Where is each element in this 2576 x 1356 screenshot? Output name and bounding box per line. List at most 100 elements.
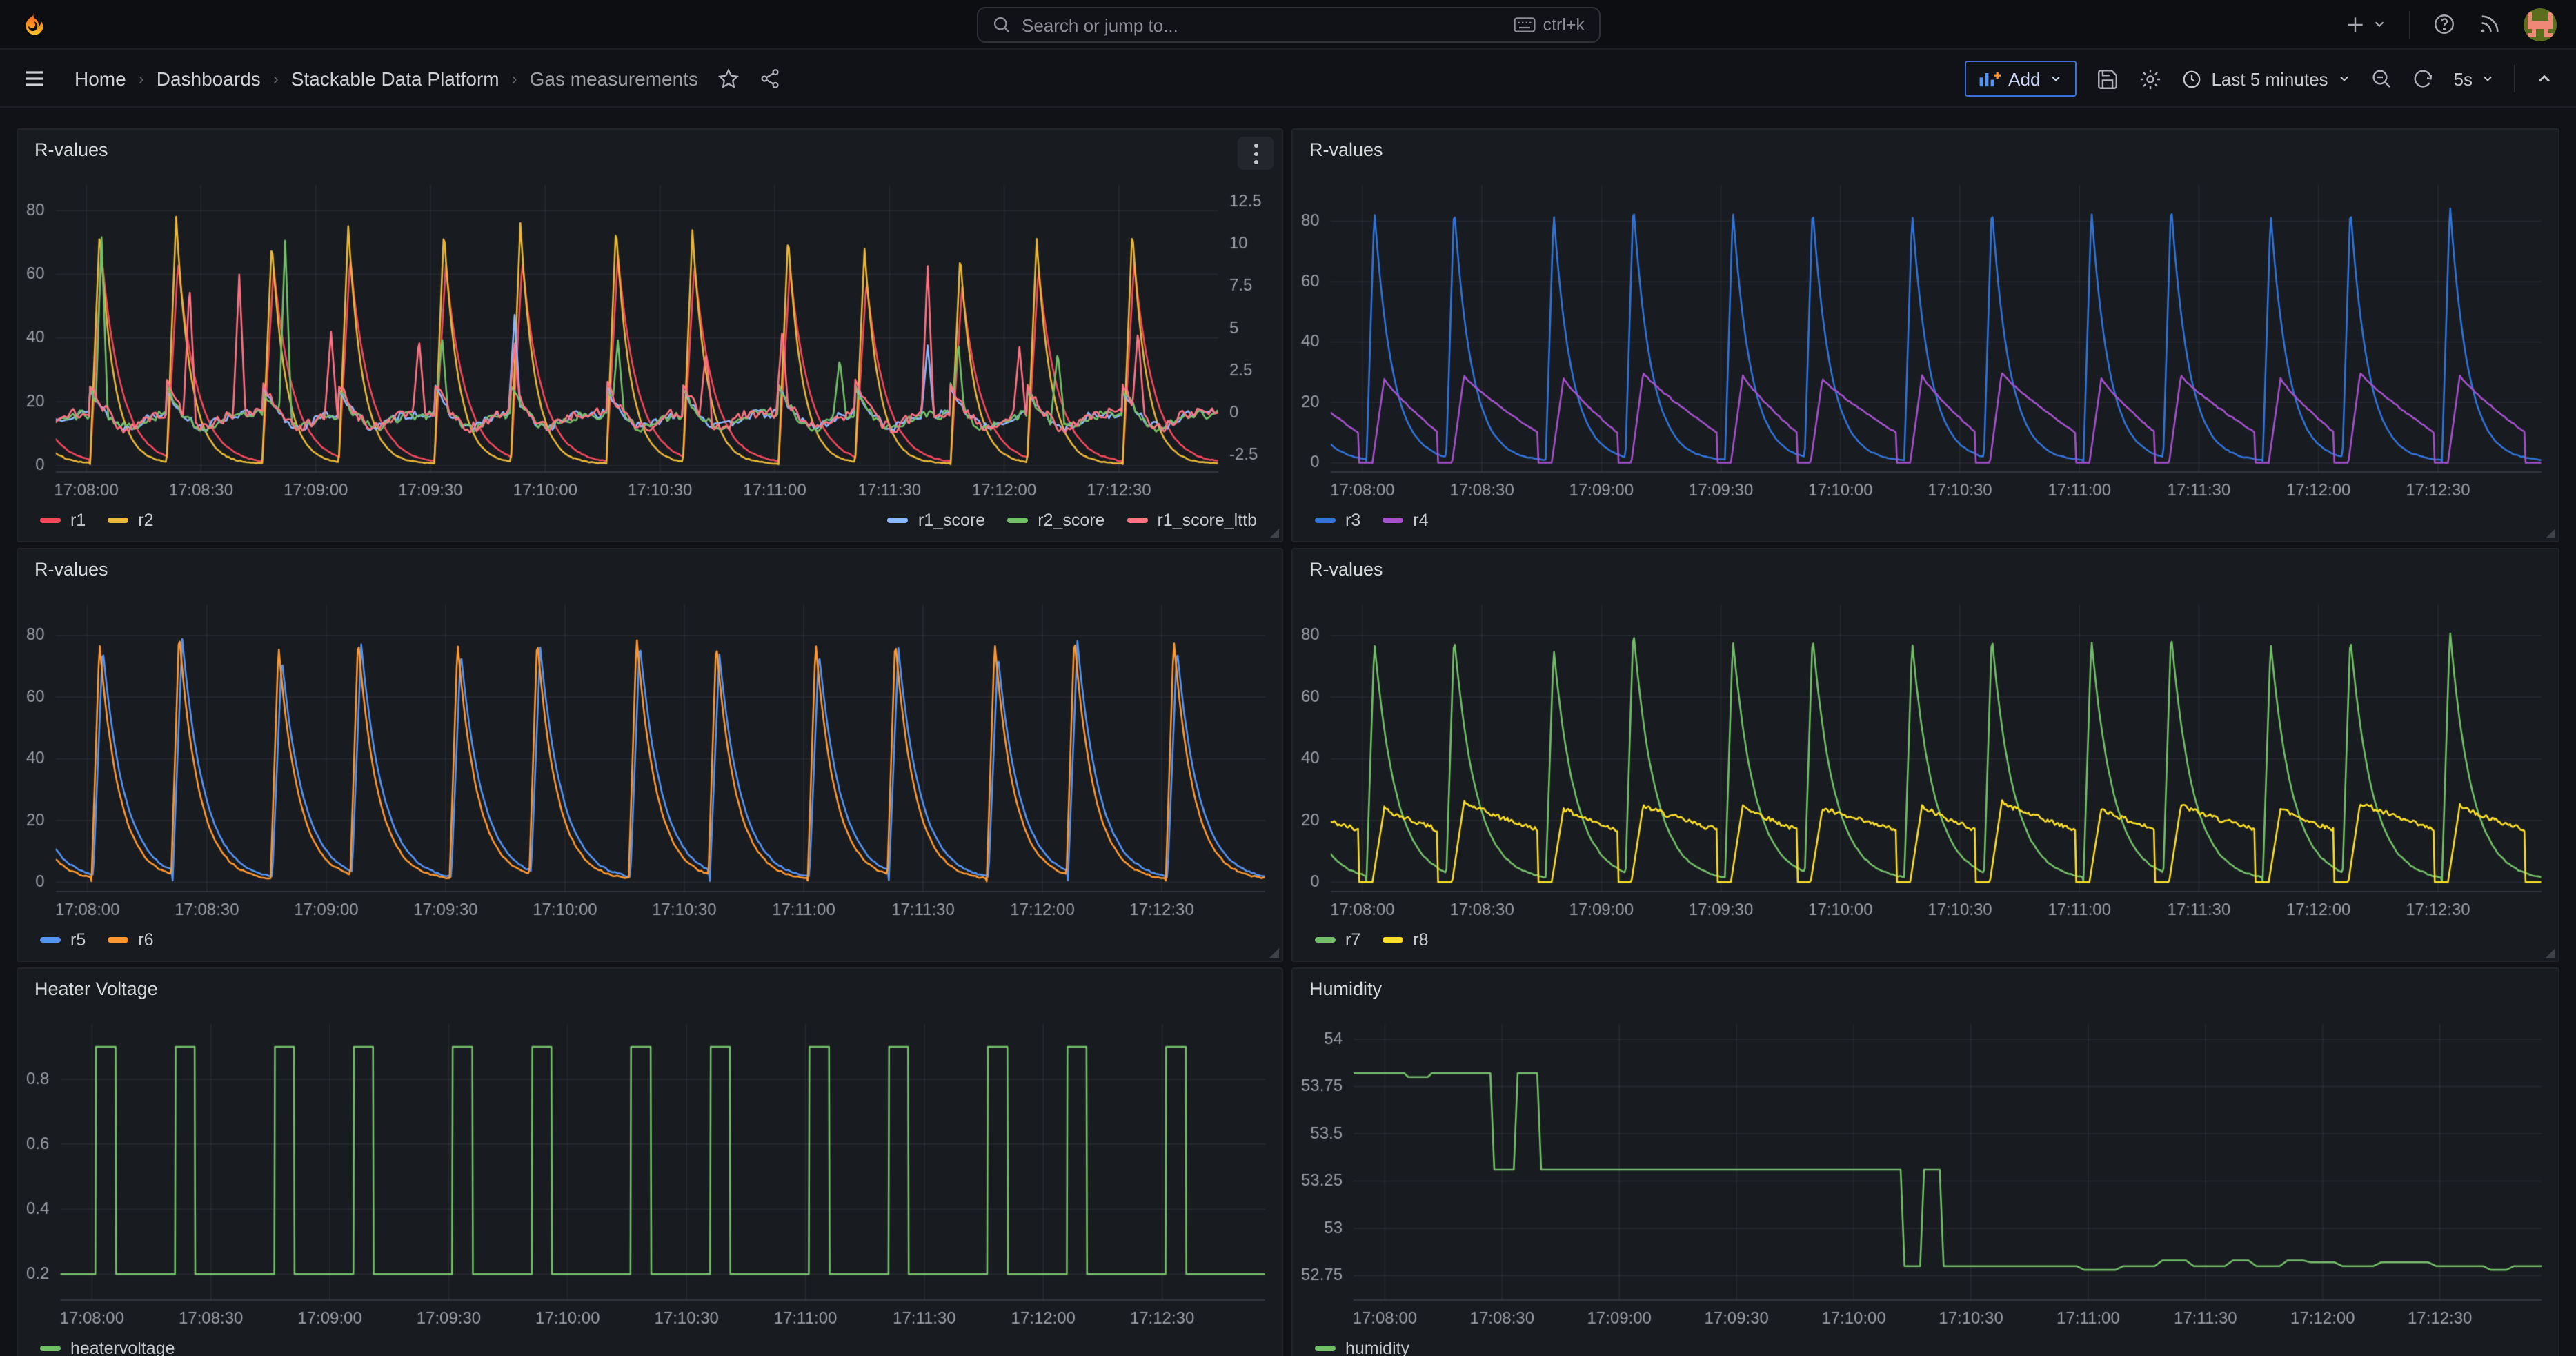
dashboard-toolbar: Home › Dashboards › Stackable Data Platf… [0,51,2576,108]
favorite-button[interactable] [717,68,740,90]
legend: r5 r6 [18,925,1282,961]
gear-icon [2138,67,2161,90]
save-dashboard-button[interactable] [2095,67,2119,90]
dashboard-settings-button[interactable] [2138,67,2161,90]
hamburger-icon [22,66,47,91]
legend-swatch [40,1346,61,1351]
breadcrumb-folder[interactable]: Stackable Data Platform [291,68,499,90]
legend-swatch [888,518,909,523]
legend-swatch [1007,518,1028,523]
share-icon [759,68,781,90]
new-menu-button[interactable] [2344,13,2387,35]
legend-item-r5[interactable]: r5 [40,930,86,950]
plus-icon [2344,13,2366,35]
panel-title[interactable]: R-values [34,558,108,579]
legend-item-r7[interactable]: r7 [1315,930,1360,950]
legend: heatervoltage [18,1333,1282,1356]
help-button[interactable] [2433,12,2456,36]
panel-resize-handle[interactable] [2546,529,2555,538]
panel-r-values: R-values r1 r2 r1_score r2_score r1_score_ltt… [17,128,1283,542]
chart-canvas[interactable] [1293,588,2558,925]
legend-label: humidity [1345,1339,1409,1356]
chart-canvas[interactable] [1293,168,2558,505]
legend-label: r1_score_lttb [1157,511,1257,530]
zoom-out-button[interactable] [2371,68,2393,90]
panel-r-values: R-values r3 r4 [1291,128,2559,542]
legend-item-r1_score_lttb[interactable]: r1_score_lttb [1127,511,1257,530]
legend-item-r4[interactable]: r4 [1383,511,1428,530]
panel-r-values: R-values r5 r6 [17,548,1283,962]
legend-label: r1 [70,511,86,530]
top-nav: ctrl+k [0,0,2576,50]
breadcrumb-dashboards[interactable]: Dashboards [157,68,261,90]
chart-canvas[interactable] [18,1008,1282,1333]
chevron-up-icon [2535,69,2554,88]
legend-item-r8[interactable]: r8 [1383,930,1428,950]
legend-item-r1[interactable]: r1 [40,511,86,530]
refresh-interval-picker[interactable]: 5s [2454,68,2495,89]
zoom-out-icon [2371,68,2393,90]
legend-item-r2[interactable]: r2 [108,511,153,530]
legend-item-r2_score[interactable]: r2_score [1007,511,1104,530]
rss-icon [2478,12,2501,36]
grafana-logo-icon[interactable] [19,9,50,39]
legend-swatch [1383,518,1403,523]
toolbar-divider [2514,65,2515,92]
search-input[interactable] [1022,14,1503,35]
panel-title[interactable]: Heater Voltage [34,978,158,999]
panel-title[interactable]: R-values [34,139,108,159]
legend-label: heatervoltage [70,1339,175,1356]
legend-label: r4 [1413,511,1428,530]
add-panel-button[interactable]: Add [1964,61,2076,97]
breadcrumb-home[interactable]: Home [75,68,126,90]
panel-title[interactable]: R-values [1309,139,1383,159]
panel-r-values: R-values r7 r8 [1291,548,2559,962]
legend-item-r6[interactable]: r6 [108,930,153,950]
global-search[interactable]: ctrl+k [976,7,1600,43]
legend-label: r7 [1345,930,1360,950]
legend-label: r8 [1413,930,1428,950]
legend-label: r3 [1345,511,1360,530]
panel-resize-handle[interactable] [2546,948,2555,958]
chart-canvas[interactable] [1293,1008,2558,1333]
avatar-pixel [2524,37,2528,41]
panel-title[interactable]: Humidity [1309,978,1382,999]
avatar[interactable] [2524,8,2557,41]
search-shortcut: ctrl+k [1514,15,1585,35]
panel-resize-handle[interactable] [1269,529,1279,538]
legend-item-heatervoltage[interactable]: heatervoltage [40,1339,175,1356]
mega-menu-button[interactable] [22,66,47,91]
legend-label: r2 [138,511,153,530]
legend: r3 r4 [1293,505,2558,541]
panel-resize-handle[interactable] [1269,948,1279,958]
chart-canvas[interactable] [18,588,1282,925]
legend-item-r3[interactable]: r3 [1315,511,1360,530]
legend-swatch [108,937,128,943]
legend-label: r6 [138,930,153,950]
legend: r7 r8 [1293,925,2558,961]
chart-canvas[interactable] [18,168,1282,505]
collapse-toolbar-button[interactable] [2535,69,2554,88]
legend: humidity [1293,1333,2558,1356]
share-button[interactable] [759,68,781,90]
legend-swatch [40,518,61,523]
legend-item-humidity[interactable]: humidity [1315,1339,1409,1356]
breadcrumb-current: Gas measurements [530,68,698,90]
news-button[interactable] [2478,12,2501,36]
chevron-down-icon [2372,17,2387,32]
legend-label: r5 [70,930,86,950]
legend-item-r1_score[interactable]: r1_score [888,511,985,530]
panel-title[interactable]: R-values [1309,558,1383,579]
legend-swatch [1315,518,1336,523]
chevron-down-icon [2048,72,2062,86]
breadcrumb-separator: › [273,69,279,88]
avatar-pixel [2548,37,2553,41]
avatar-pixel [2553,32,2557,37]
refresh-button[interactable] [2412,68,2435,90]
clock-icon [2181,68,2201,89]
grafana-app: ctrl+k Home › [0,0,2576,1356]
panel-menu-button[interactable] [1238,137,1274,170]
legend: r1 r2 r1_score r2_score r1_score_lttb [18,505,1282,541]
panel-humidity: Humidity humidity [1291,967,2559,1356]
time-range-picker[interactable]: Last 5 minutes [2181,68,2351,89]
